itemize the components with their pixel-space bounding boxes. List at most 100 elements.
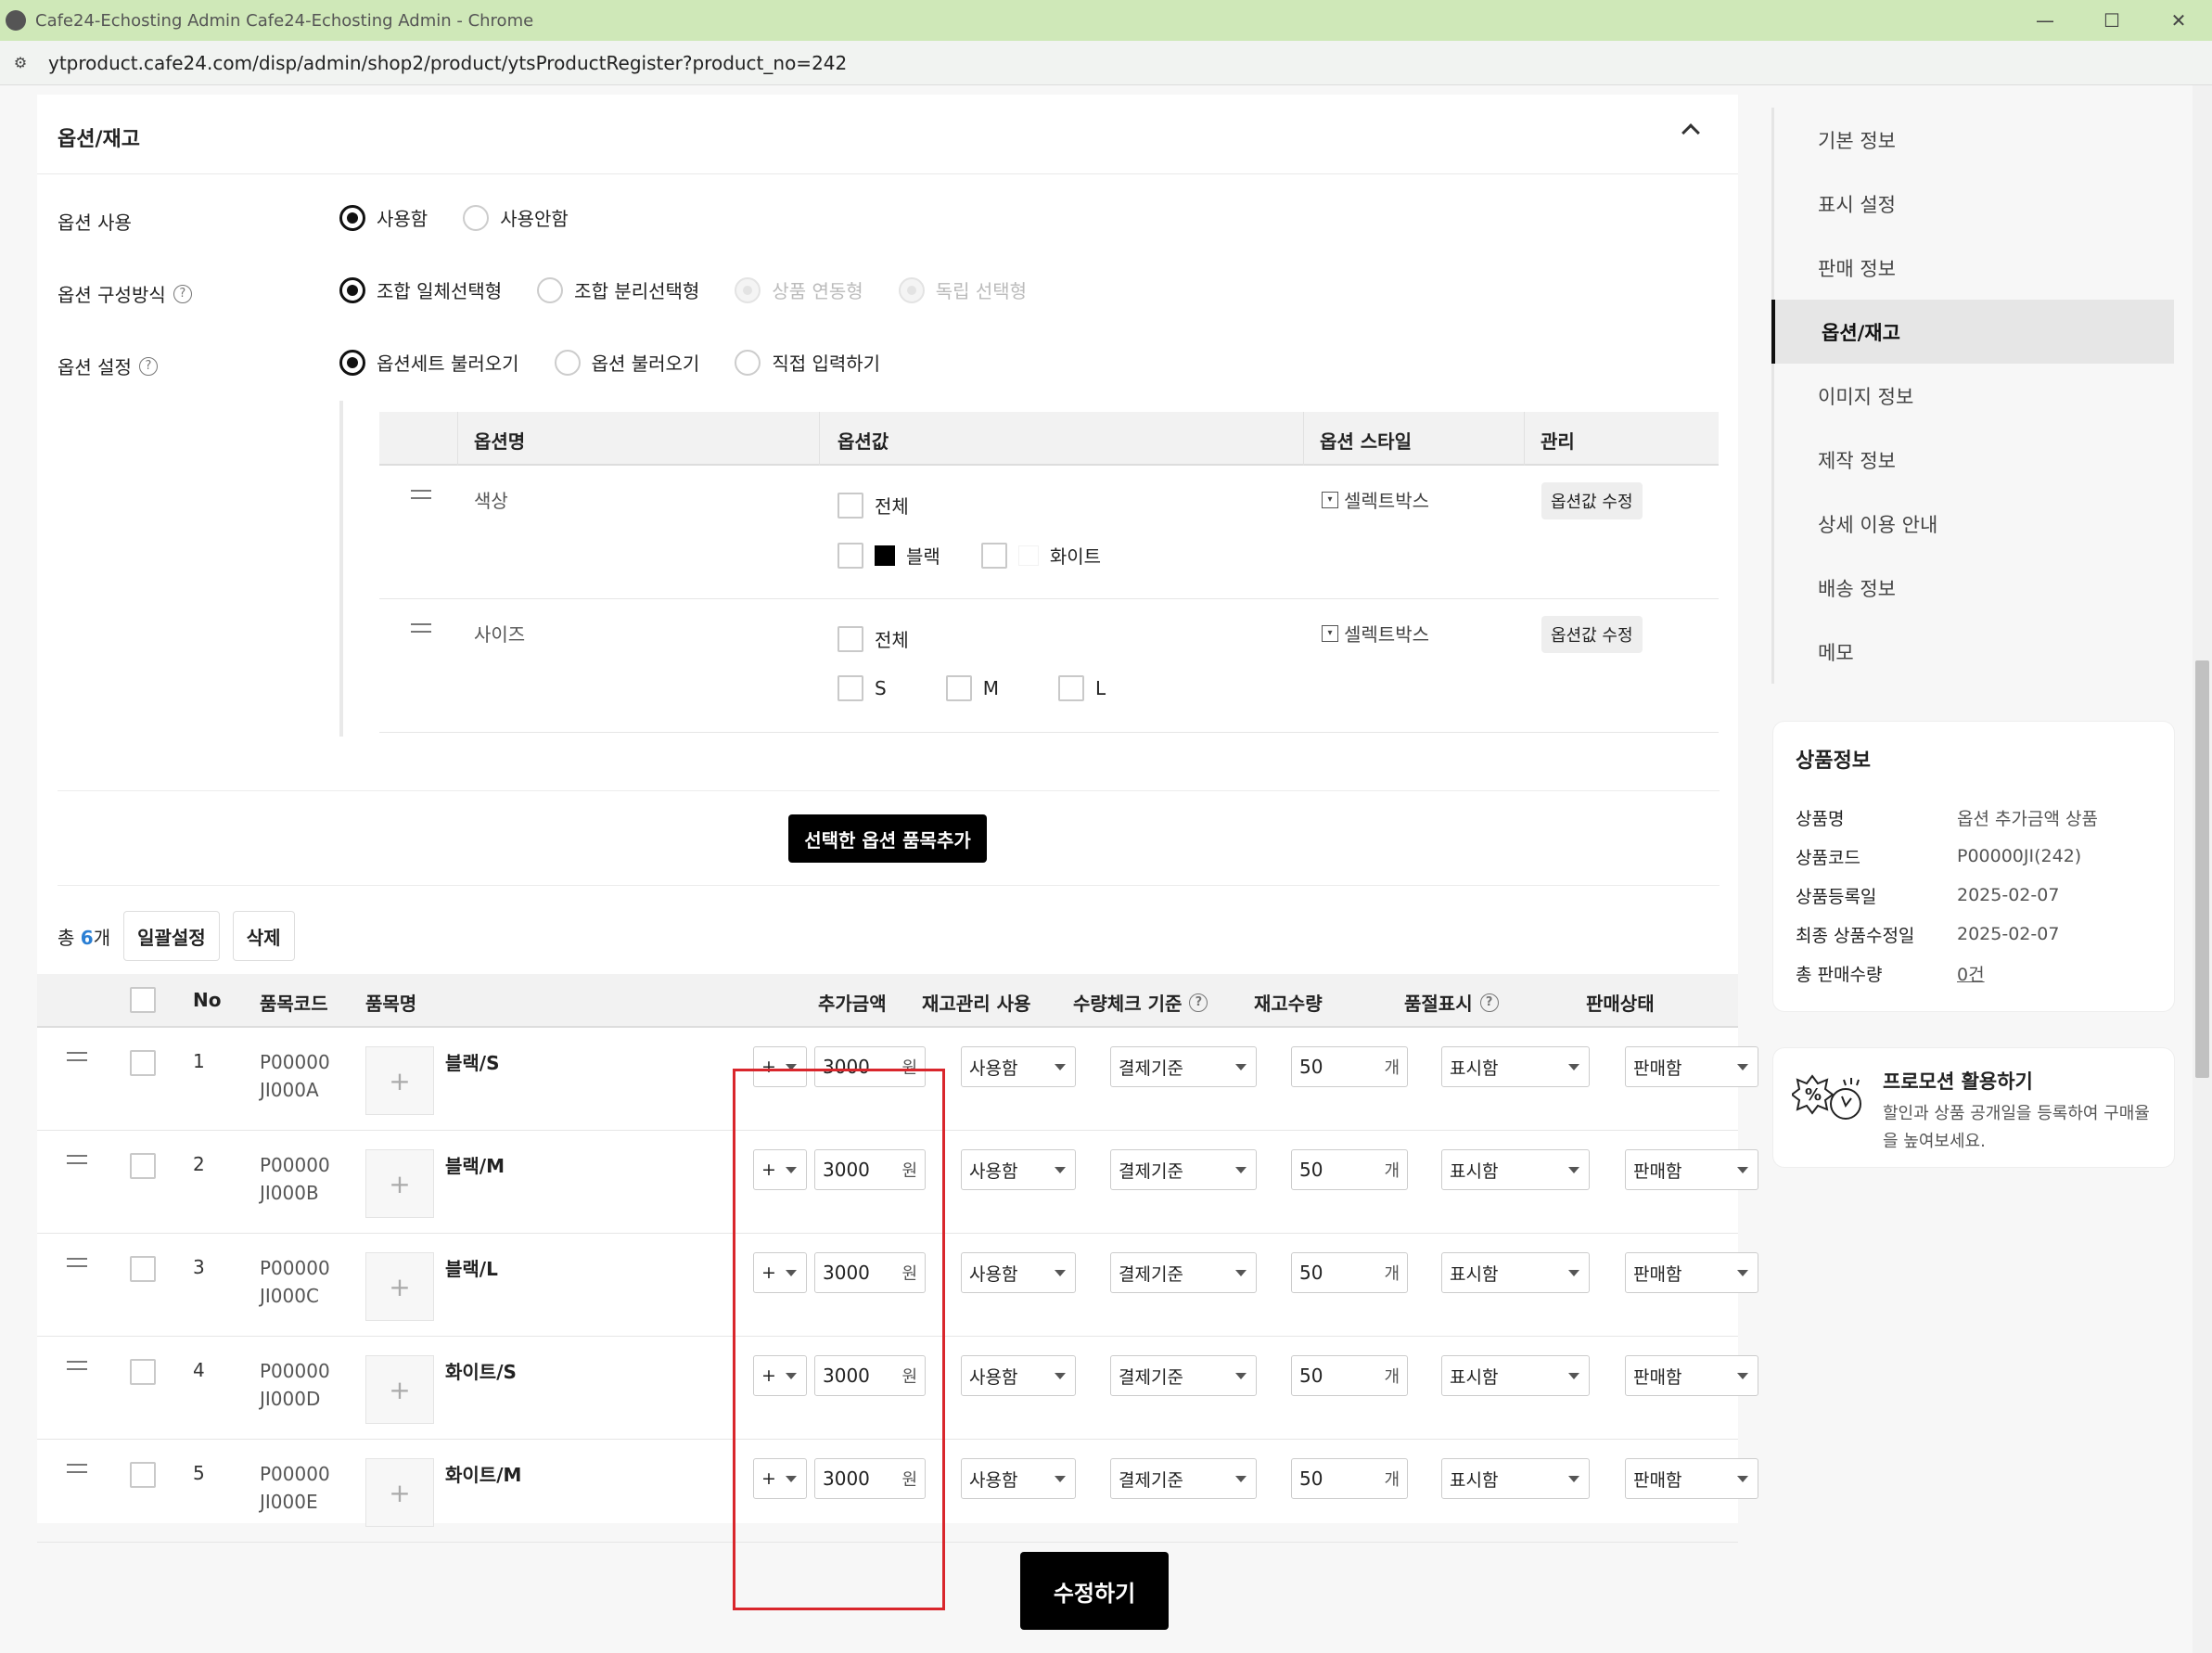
qty-check-select[interactable]: 결제기준 [1110,1458,1257,1499]
stock-use-select[interactable]: 사용함 [961,1046,1076,1087]
qty-check-select[interactable]: 결제기준 [1110,1355,1257,1396]
checkbox-all[interactable] [837,625,863,652]
stock-qty-input[interactable]: 50 개 [1291,1458,1408,1499]
nav-detail-guide[interactable]: 상세 이용 안내 [1774,492,2174,556]
col-item-name: 품목명 [365,993,417,1015]
checkbox-white[interactable] [980,542,1007,569]
drag-handle-icon[interactable] [67,1258,87,1267]
add-image-button[interactable]: + [365,1458,434,1527]
sale-status-select[interactable]: 판매함 [1625,1149,1758,1190]
checkbox-black[interactable] [837,542,863,569]
scrollbar-thumb[interactable] [2195,660,2209,1078]
radio-load-option[interactable]: 옵션 불러오기 [554,349,699,376]
add-image-button[interactable]: + [365,1355,434,1424]
col-manage: 관리 [1541,430,1575,453]
browser-titlebar: Cafe24-Echosting Admin Cafe24-Echosting … [0,0,2212,41]
drag-handle-icon[interactable] [411,623,431,633]
add-image-button[interactable]: + [365,1149,434,1218]
bulk-setting-button[interactable]: 일괄설정 [123,911,220,961]
maximize-icon[interactable]: ☐ [2078,0,2145,41]
save-button[interactable]: 수정하기 [1020,1552,1169,1630]
stock-use-select[interactable]: 사용함 [961,1355,1076,1396]
total-sold-link[interactable]: 0건 [1957,961,1985,986]
soldout-display-select[interactable]: 표시함 [1441,1252,1590,1293]
nav-memo[interactable]: 메모 [1774,620,2174,684]
promotion-card[interactable]: % 프로모션 활용하기 할인과 상품 공개일을 등록하여 구매율을 높여보세요. [1773,1048,2174,1167]
nav-option-stock[interactable]: 옵션/재고 [1771,300,2174,364]
add-image-button[interactable]: + [365,1046,434,1115]
radio-option-use-off[interactable]: 사용안함 [463,204,569,231]
checkbox-m[interactable] [945,675,972,701]
row-checkbox[interactable] [130,1462,156,1488]
nav-sales-info[interactable]: 판매 정보 [1774,236,2174,300]
checkbox-s[interactable] [837,675,863,701]
qty-check-select[interactable]: 결제기준 [1110,1149,1257,1190]
sale-status-select[interactable]: 판매함 [1625,1458,1758,1499]
col-option-value: 옵션값 [837,430,889,453]
nav-image-info[interactable]: 이미지 정보 [1774,364,2174,428]
drag-handle-icon[interactable] [67,1155,87,1164]
help-icon[interactable]: ? [138,356,158,376]
stock-qty-input[interactable]: 50 개 [1291,1149,1408,1190]
option-style[interactable]: ▾ 셀렉트박스 [1322,486,1429,513]
nav-basic-info[interactable]: 기본 정보 [1774,108,2174,172]
sale-status-select[interactable]: 판매함 [1625,1252,1758,1293]
stock-qty-input[interactable]: 50 개 [1291,1252,1408,1293]
col-sale-status: 판매상태 [1586,993,1655,1015]
section-title: 옵션/재고 [58,128,140,151]
help-icon[interactable]: ? [173,284,192,303]
url-text[interactable]: ytproduct.cafe24.com/disp/admin/shop2/pr… [48,52,847,74]
close-icon[interactable]: ✕ [2145,0,2212,41]
qty-check-select[interactable]: 결제기준 [1110,1046,1257,1087]
drag-handle-icon[interactable] [67,1052,87,1061]
radio-combo-separate[interactable]: 조합 분리선택형 [537,276,699,303]
site-settings-icon[interactable]: ⚙ [9,54,32,72]
sale-status-select[interactable]: 판매함 [1625,1355,1758,1396]
drag-handle-icon[interactable] [67,1464,87,1473]
select-all-checkbox[interactable] [130,987,156,1013]
drag-handle-icon[interactable] [67,1361,87,1370]
help-icon[interactable]: ? [1189,993,1208,1012]
collapse-icon[interactable] [1681,123,1700,142]
radio-combo-integrated[interactable]: 조합 일체선택형 [339,276,502,303]
radio-load-option-set[interactable]: 옵션세트 불러오기 [339,349,519,376]
add-selected-options-button[interactable]: 선택한 옵션 품목추가 [788,814,987,863]
qty-check-select[interactable]: 결제기준 [1110,1252,1257,1293]
nav-production-info[interactable]: 제작 정보 [1774,428,2174,492]
delete-button[interactable]: 삭제 [232,911,295,961]
section-header[interactable]: 옵션/재고 [37,95,1738,174]
nav-shipping-info[interactable]: 배송 정보 [1774,556,2174,620]
stock-use-select[interactable]: 사용함 [961,1149,1076,1190]
sale-status-select[interactable]: 판매함 [1625,1046,1758,1087]
soldout-display-select[interactable]: 표시함 [1441,1046,1590,1087]
drag-handle-icon[interactable] [411,490,431,499]
soldout-display-select[interactable]: 표시함 [1441,1458,1590,1499]
stock-qty-input[interactable]: 50 개 [1291,1046,1408,1087]
add-image-button[interactable]: + [365,1252,434,1321]
checkbox-l[interactable] [1057,675,1084,701]
row-checkbox[interactable] [130,1256,156,1282]
stock-use-select[interactable]: 사용함 [961,1252,1076,1293]
minimize-icon[interactable]: — [2012,0,2078,41]
soldout-display-select[interactable]: 표시함 [1441,1355,1590,1396]
row-checkbox[interactable] [130,1359,156,1385]
option-style[interactable]: ▾ 셀렉트박스 [1322,620,1429,647]
option-values-all: 전체 [837,492,909,519]
stock-qty-input[interactable]: 50 개 [1291,1355,1408,1396]
chrome-app-icon [6,10,26,31]
soldout-display-select[interactable]: 표시함 [1441,1149,1590,1190]
radio-option-use-on[interactable]: 사용함 [339,204,428,231]
option-row-size: 사이즈 전체 S M L ▾ 셀렉트박스 옵션값 수정 [379,599,1719,733]
item-name: 화이트/S [445,1361,517,1383]
radio-direct-input[interactable]: 직접 입력하기 [735,349,880,376]
edit-option-values-button[interactable]: 옵션값 수정 [1541,616,1643,653]
nav-display-settings[interactable]: 표시 설정 [1774,172,2174,236]
stock-use-select[interactable]: 사용함 [961,1458,1076,1499]
row-checkbox[interactable] [130,1153,156,1179]
checkbox-all[interactable] [837,492,863,519]
row-checkbox[interactable] [130,1050,156,1076]
edit-option-values-button[interactable]: 옵션값 수정 [1541,482,1643,519]
help-icon[interactable]: ? [1479,993,1499,1012]
page-scrollbar[interactable] [2193,85,2212,1653]
plus-icon: + [389,1271,411,1302]
